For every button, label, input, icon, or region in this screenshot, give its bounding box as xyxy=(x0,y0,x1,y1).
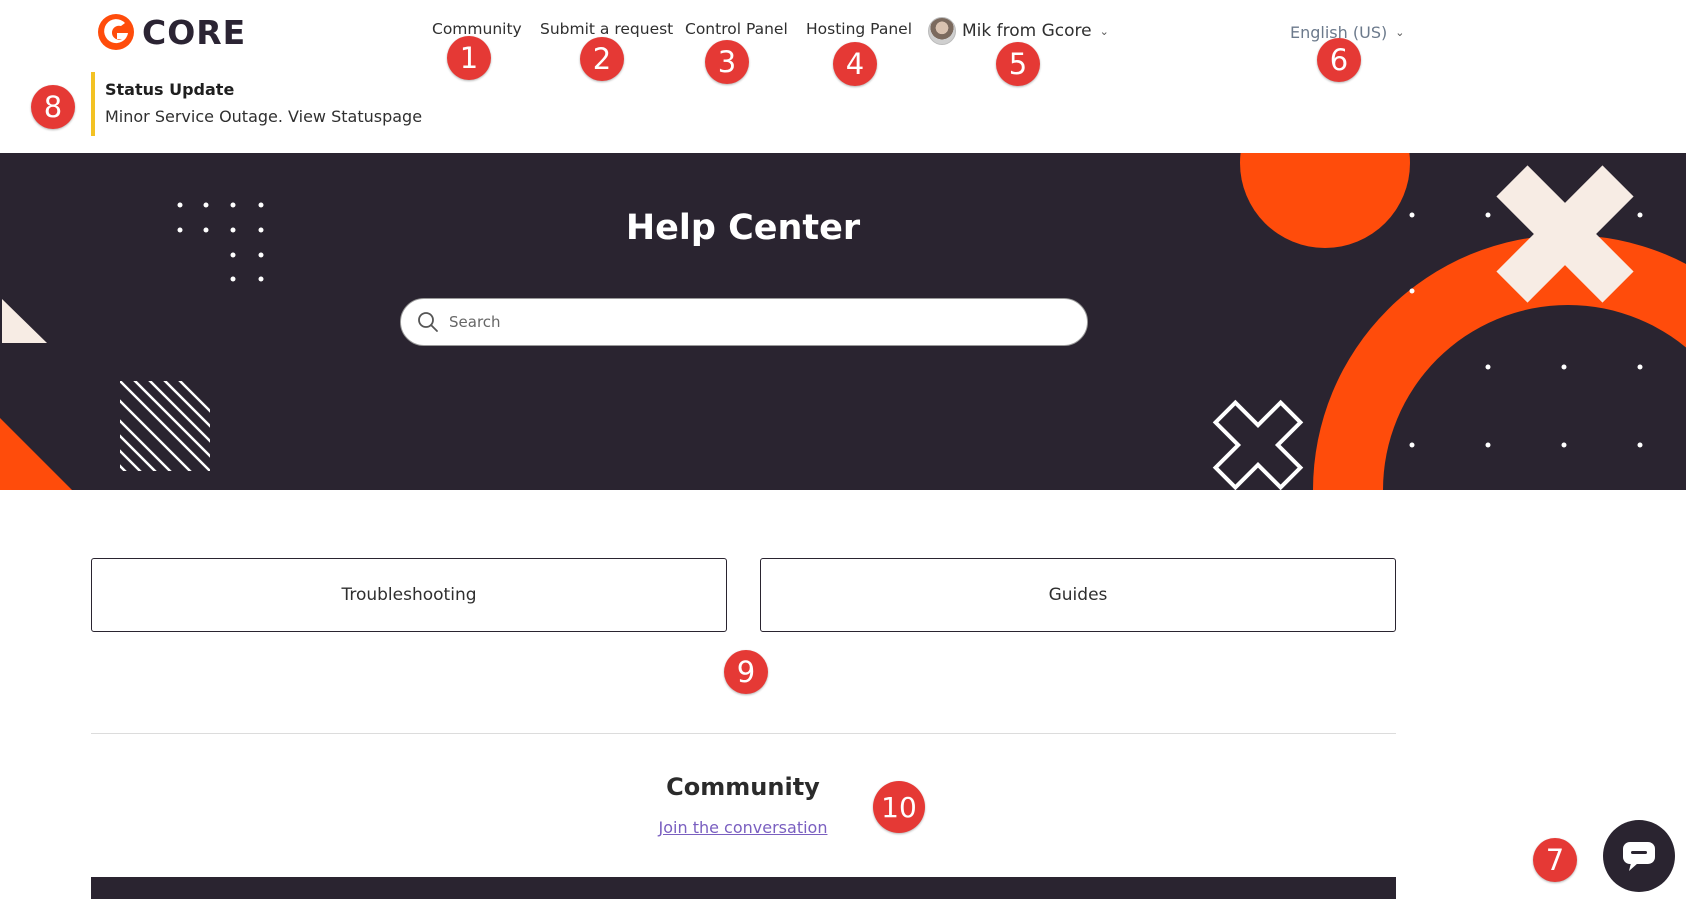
gcore-logo-icon xyxy=(98,14,134,50)
chevron-down-icon: ⌄ xyxy=(1099,24,1109,38)
annotation-marker-2: 2 xyxy=(580,37,624,81)
logo-wordmark: CORE xyxy=(142,12,247,52)
annotation-marker-6: 6 xyxy=(1317,38,1361,82)
annotation-marker-7: 7 xyxy=(1533,838,1577,882)
annotation-marker-8: 8 xyxy=(31,85,75,129)
user-menu[interactable]: Mik from Gcore ⌄ xyxy=(928,17,1109,45)
annotation-marker-10: 10 xyxy=(873,781,925,833)
annotation-marker-5: 5 xyxy=(996,42,1040,86)
search-icon xyxy=(418,312,438,332)
status-title: Status Update xyxy=(105,80,235,99)
annotation-marker-9: 9 xyxy=(724,650,768,694)
community-link-wrap: Join the conversation xyxy=(0,818,1486,837)
gcore-logo[interactable]: CORE xyxy=(96,10,246,54)
hero-banner: Help Center xyxy=(0,153,1686,490)
chat-bubble-icon xyxy=(1623,842,1655,871)
annotation-marker-4: 4 xyxy=(833,42,877,86)
search-bar[interactable] xyxy=(400,298,1088,346)
annotation-marker-1: 1 xyxy=(447,36,491,80)
nav-control-panel-link[interactable]: Control Panel xyxy=(685,20,788,38)
page-title: Help Center xyxy=(625,208,861,248)
nav-hosting-panel-link[interactable]: Hosting Panel xyxy=(806,20,912,38)
annotation-marker-3: 3 xyxy=(705,40,749,84)
status-update-banner: Status Update Minor Service Outage. View… xyxy=(91,72,422,136)
nav-community-link[interactable]: Community xyxy=(432,20,522,38)
user-name: Mik from Gcore xyxy=(962,21,1092,41)
chevron-down-icon: ⌄ xyxy=(1395,26,1405,39)
footer-section-top xyxy=(91,877,1396,899)
chat-launcher-button[interactable] xyxy=(1603,820,1675,892)
category-guides[interactable]: Guides xyxy=(760,558,1396,632)
avatar xyxy=(928,17,956,45)
nav-submit-request-link[interactable]: Submit a request xyxy=(540,20,673,38)
community-heading: Community xyxy=(666,773,820,801)
status-link[interactable]: Minor Service Outage. View Statuspage xyxy=(105,107,422,126)
search-input[interactable] xyxy=(449,313,1049,331)
hatch-square xyxy=(120,381,210,471)
divider xyxy=(91,733,1396,734)
category-troubleshooting[interactable]: Troubleshooting xyxy=(91,558,727,632)
join-conversation-link[interactable]: Join the conversation xyxy=(659,818,828,837)
